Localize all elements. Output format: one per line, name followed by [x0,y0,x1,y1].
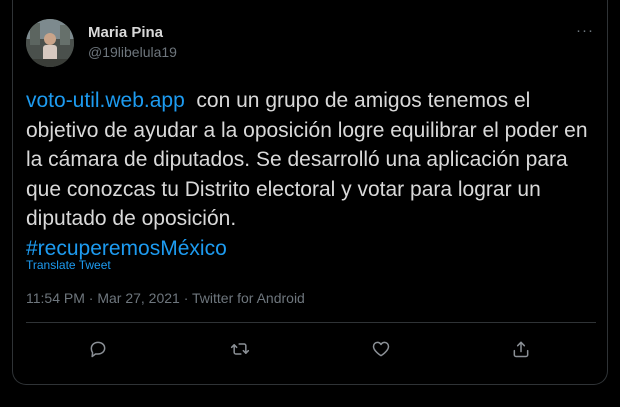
tweet-text: voto-util.web.app con un grupo de amigos… [26,86,596,263]
heart-icon [372,341,390,357]
like-button[interactable] [368,336,394,362]
action-bar [26,336,596,362]
translate-tweet-link[interactable]: Translate Tweet [26,258,111,272]
avatar[interactable] [26,19,74,67]
share-button[interactable] [508,336,534,362]
retweet-button[interactable] [227,336,253,362]
reply-icon [90,341,106,358]
avatar-photo [26,19,74,67]
tweet-link[interactable]: voto-util.web.app [26,89,185,112]
tweet-meta[interactable]: 11:54 PM · Mar 27, 2021 · Twitter for An… [26,290,305,306]
author-handle[interactable]: @19libelula19 [88,44,177,60]
reply-button[interactable] [85,336,111,362]
divider [26,322,596,323]
retweet-icon [230,343,250,355]
hashtag-link[interactable]: #recuperemosMéxico [26,237,227,260]
share-icon [513,341,529,358]
more-options-icon[interactable]: ··· [573,22,597,42]
author-name[interactable]: Maria Pina [88,24,163,41]
